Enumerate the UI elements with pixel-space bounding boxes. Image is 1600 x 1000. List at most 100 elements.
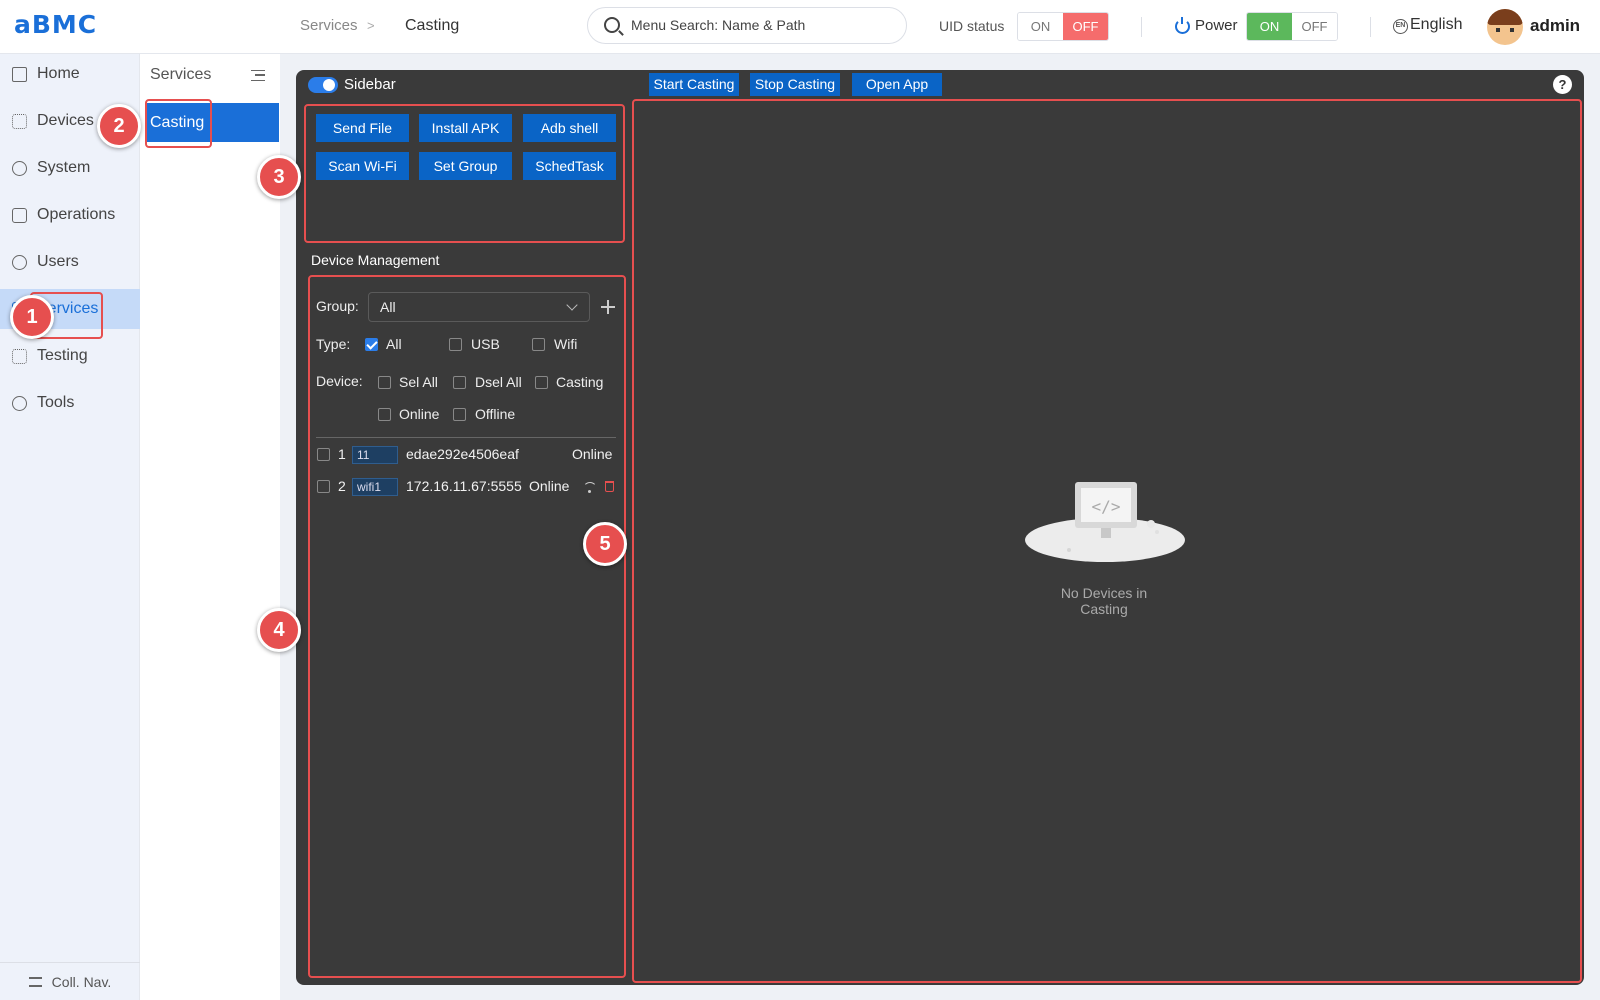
empty-state-illustration: </> <box>1025 482 1185 562</box>
wifi-icon <box>583 482 597 494</box>
group-label: Group: <box>316 298 359 314</box>
nav-item-users[interactable]: Users <box>0 242 140 282</box>
open-app-button[interactable]: Open App <box>852 73 942 96</box>
power-toggle[interactable]: ON OFF <box>1246 12 1338 41</box>
delete-icon[interactable] <box>605 481 614 492</box>
device-index: 2 <box>338 478 346 494</box>
left-navigation: Home Devices System Operations Users Ser… <box>0 54 140 1000</box>
nav-item-label: Home <box>37 65 80 82</box>
deselect-all-checkbox[interactable] <box>453 376 466 389</box>
nav-item-system[interactable]: System <box>0 148 140 188</box>
power-label: Power <box>1195 17 1238 34</box>
set-group-button[interactable]: Set Group <box>419 152 512 180</box>
help-icon[interactable]: ? <box>1553 75 1572 94</box>
type-wifi-label[interactable]: Wifi <box>554 336 577 352</box>
app-logo[interactable]: aBMC <box>14 10 97 39</box>
start-casting-button[interactable]: Start Casting <box>649 73 739 96</box>
breadcrumb-casting: Casting <box>405 17 460 34</box>
user-name[interactable]: admin <box>1530 16 1580 36</box>
nav-item-operations[interactable]: Operations <box>0 195 140 235</box>
nav-item-label: Devices <box>37 112 94 129</box>
annotation-badge: 2 <box>97 104 141 148</box>
avatar[interactable] <box>1487 9 1523 45</box>
select-all-label[interactable]: Sel All <box>399 374 438 390</box>
select-all-checkbox[interactable] <box>378 376 391 389</box>
language-selector[interactable]: English <box>1410 16 1462 34</box>
device-status: Online <box>572 446 613 462</box>
subnav-title: Services <box>150 66 212 83</box>
nav-item-home[interactable]: Home <box>0 54 140 94</box>
power-off-option[interactable]: OFF <box>1292 13 1337 40</box>
search-placeholder: Menu Search: Name & Path <box>631 17 806 33</box>
nav-item-label: Testing <box>37 347 88 364</box>
testing-icon <box>12 348 27 364</box>
devices-icon <box>12 113 27 129</box>
annotation-badge: 3 <box>257 155 301 199</box>
offline-filter-checkbox[interactable] <box>453 408 466 421</box>
deselect-all-label[interactable]: Dsel All <box>475 374 522 390</box>
chevron-down-icon <box>566 299 578 311</box>
home-icon <box>12 66 27 82</box>
group-select[interactable]: All <box>368 292 590 322</box>
adb-shell-button[interactable]: Adb shell <box>523 114 616 142</box>
device-tag[interactable]: wifi1 <box>352 478 398 496</box>
device-id[interactable]: edae292e4506eaf <box>406 446 519 462</box>
sidebar-toggle[interactable] <box>308 77 338 93</box>
type-usb-label[interactable]: USB <box>471 336 500 352</box>
casting-filter-checkbox[interactable] <box>535 376 548 389</box>
operations-icon <box>12 207 27 223</box>
collapse-icon <box>28 976 42 987</box>
header-divider <box>1370 17 1371 37</box>
uid-status-label: UID status <box>939 18 1005 34</box>
casting-filter-label[interactable]: Casting <box>556 374 603 390</box>
type-all-label[interactable]: All <box>386 336 402 352</box>
uid-status-toggle[interactable]: ON OFF <box>1017 12 1109 41</box>
offline-filter-label[interactable]: Offline <box>475 406 515 422</box>
type-wifi-checkbox[interactable] <box>532 338 545 351</box>
stop-casting-button[interactable]: Stop Casting <box>750 73 840 96</box>
empty-state-text: No Devices in Casting <box>1060 585 1148 617</box>
device-id[interactable]: 172.16.11.67:5555 <box>406 478 522 494</box>
collapse-menu-icon[interactable] <box>251 70 265 81</box>
nav-item-testing[interactable]: Testing <box>0 336 140 376</box>
nav-item-label: Operations <box>37 206 116 223</box>
uid-on-option[interactable]: ON <box>1018 13 1063 40</box>
device-index: 1 <box>338 446 346 462</box>
device-tag[interactable]: 11 <box>352 446 398 464</box>
uid-off-option[interactable]: OFF <box>1063 13 1108 40</box>
schedtask-button[interactable]: SchedTask <box>523 152 616 180</box>
device-row-checkbox[interactable] <box>317 448 330 461</box>
type-label: Type: <box>316 336 351 352</box>
device-status: Online <box>529 478 570 494</box>
nav-item-label: System <box>37 159 91 176</box>
device-row-checkbox[interactable] <box>317 480 330 493</box>
menu-search-input[interactable]: Menu Search: Name & Path <box>587 7 907 44</box>
online-filter-label[interactable]: Online <box>399 406 439 422</box>
top-header: aBMC Services > Casting Menu Search: Nam… <box>0 0 1600 54</box>
group-select-value: All <box>380 299 396 315</box>
send-file-button[interactable]: Send File <box>316 114 409 142</box>
install-apk-button[interactable]: Install APK <box>419 114 512 142</box>
nav-item-tools[interactable]: Tools <box>0 383 140 423</box>
online-filter-checkbox[interactable] <box>378 408 391 421</box>
language-icon: EN <box>1393 19 1408 34</box>
power-on-option[interactable]: ON <box>1247 13 1292 40</box>
sub-navigation: Services Casting <box>140 54 280 1000</box>
device-label: Device: <box>316 373 363 389</box>
casting-subnav-highlight <box>145 99 212 148</box>
search-icon <box>604 17 620 33</box>
type-usb-checkbox[interactable] <box>449 338 462 351</box>
breadcrumb-services[interactable]: Services <box>300 17 358 34</box>
tools-icon <box>12 395 27 411</box>
add-group-icon[interactable] <box>601 300 615 314</box>
annotation-badge: 4 <box>257 608 301 652</box>
header-divider <box>1141 17 1142 37</box>
collapse-nav-button[interactable]: Coll. Nav. <box>0 962 140 1000</box>
users-icon <box>12 254 27 270</box>
collapse-nav-label: Coll. Nav. <box>51 973 112 990</box>
power-icon <box>1175 17 1190 34</box>
annotation-badge: 5 <box>583 522 627 566</box>
type-all-checkbox[interactable] <box>365 338 378 351</box>
scan-wifi-button[interactable]: Scan Wi-Fi <box>316 152 409 180</box>
device-management-title: Device Management <box>311 252 440 268</box>
